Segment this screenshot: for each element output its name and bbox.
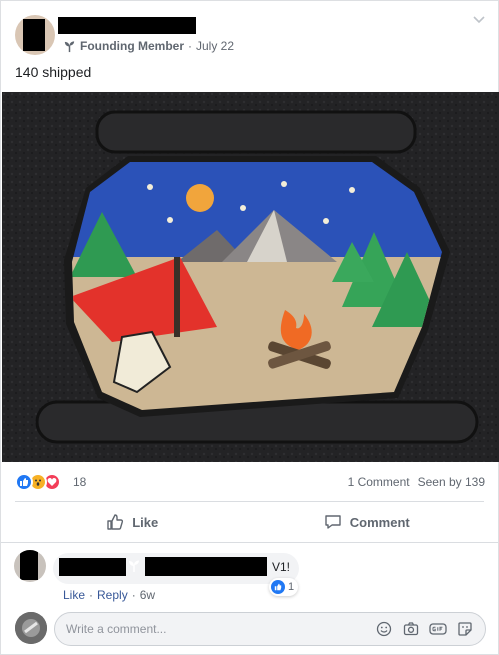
comment-bubble: V1! <box>53 553 299 584</box>
comment-time[interactable]: 6w <box>140 588 155 602</box>
author-name-redacted[interactable] <box>58 17 196 34</box>
separator: · <box>131 588 136 602</box>
comment-count-link[interactable]: 1 Comment <box>348 475 410 489</box>
composer-tools <box>375 620 474 638</box>
like-icon <box>15 473 33 491</box>
patch-photo-image <box>2 92 499 462</box>
like-icon <box>271 580 285 594</box>
sticker-icon[interactable] <box>456 620 474 638</box>
camera-icon[interactable] <box>402 620 420 638</box>
post-card: Founding Member · July 22 140 shipped 18… <box>0 0 499 655</box>
comment-input-placeholder: Write a comment... <box>66 622 167 636</box>
reaction-icons[interactable] <box>15 473 61 491</box>
comment-button-label: Comment <box>349 514 410 530</box>
comment-input[interactable]: Write a comment... <box>54 612 486 646</box>
thumbs-up-icon <box>107 514 124 530</box>
post-actions: Like Comment <box>15 502 484 542</box>
meta-separator: · <box>188 39 192 53</box>
commenter-name-redacted[interactable] <box>59 558 126 576</box>
like-button[interactable]: Like <box>15 502 250 542</box>
redaction <box>20 550 38 580</box>
comment-like-link[interactable]: Like <box>63 588 85 602</box>
comment-reactions[interactable]: 1 <box>269 578 299 596</box>
reaction-count[interactable]: 18 <box>73 475 86 489</box>
sprout-icon <box>64 40 75 52</box>
comment-reply-link[interactable]: Reply <box>97 588 128 602</box>
comment-icon <box>325 515 341 529</box>
divider <box>1 542 498 543</box>
post-photo[interactable] <box>2 92 499 462</box>
seen-by-link[interactable]: Seen by 139 <box>418 475 485 489</box>
post-stats: 1 Comment Seen by 139 <box>348 475 485 489</box>
post-meta: Founding Member · July 22 <box>63 39 234 53</box>
gif-icon[interactable] <box>429 620 447 638</box>
comment-text: V1! <box>272 560 291 574</box>
post-text: 140 shipped <box>15 64 92 80</box>
redaction <box>145 557 267 576</box>
member-badge[interactable]: Founding Member <box>80 39 184 53</box>
emoji-icon[interactable] <box>375 620 393 638</box>
comment-button[interactable]: Comment <box>250 502 485 542</box>
avatar-image <box>15 612 47 644</box>
comment-reaction-count: 1 <box>288 581 295 593</box>
author-avatar[interactable] <box>15 15 55 55</box>
current-user-avatar[interactable] <box>15 612 47 644</box>
commenter-avatar[interactable] <box>14 550 46 582</box>
post-date[interactable]: July 22 <box>196 39 234 53</box>
comment-actions: Like · Reply · 6w <box>63 588 155 602</box>
separator: · <box>89 588 94 602</box>
sprout-icon <box>129 560 139 572</box>
like-button-label: Like <box>132 514 159 530</box>
redaction <box>23 19 45 51</box>
chevron-down-icon[interactable] <box>472 15 486 25</box>
